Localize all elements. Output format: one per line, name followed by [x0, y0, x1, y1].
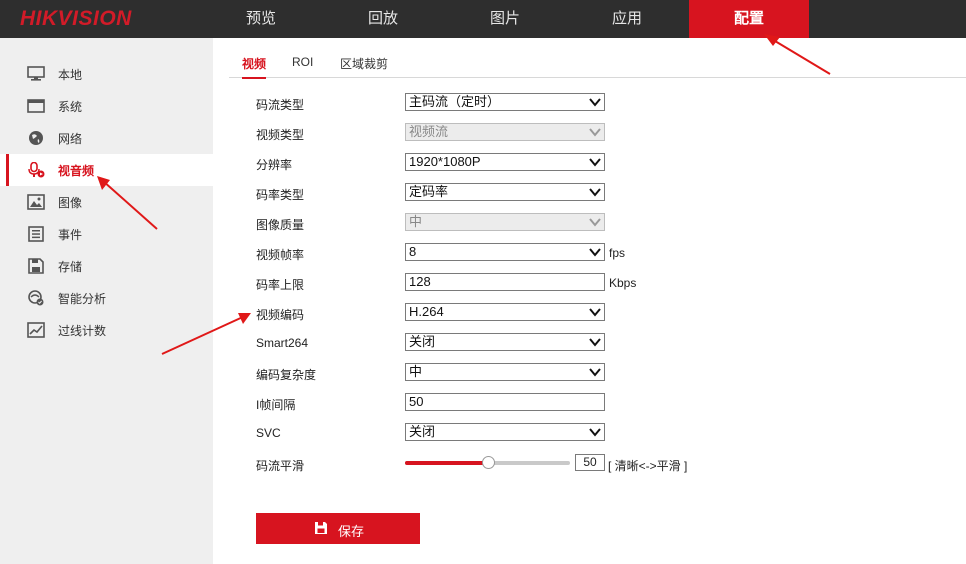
max-bitrate-input[interactable]: 128	[405, 273, 605, 291]
max-bitrate-unit: Kbps	[609, 276, 637, 290]
tab-video[interactable]: 视频	[242, 55, 267, 79]
sidebar-item-label: 事件	[58, 228, 83, 242]
sidebar-item-label: 网络	[58, 132, 83, 146]
sidebar-item-smart-analysis[interactable]: 智能分析	[0, 282, 213, 314]
chevron-down-icon	[589, 128, 601, 137]
frame-rate-select[interactable]: 8	[405, 243, 605, 261]
event-list-icon	[28, 226, 44, 242]
save-button[interactable]: 保存	[256, 513, 420, 544]
smart-analysis-icon	[28, 290, 44, 306]
sidebar-item-local[interactable]: 本地	[0, 58, 213, 90]
video-type-select: 视频流	[405, 123, 605, 141]
max-bitrate-label: 码率上限	[256, 278, 305, 292]
sidebar: 本地 系统 网络 视音频 图像 事件 存储 智能分析 过线计数	[0, 38, 213, 564]
svc-value: 关闭	[409, 424, 436, 439]
chevron-down-icon	[589, 218, 601, 227]
nav-playback[interactable]: 回放	[323, 0, 443, 38]
stream-smoothing-value[interactable]: 50	[575, 454, 605, 471]
i-frame-interval-input[interactable]: 50	[405, 393, 605, 411]
smart264-label: Smart264	[256, 336, 309, 350]
sidebar-item-event[interactable]: 事件	[0, 218, 213, 250]
sidebar-item-label: 系统	[58, 100, 83, 114]
stream-smoothing-label: 码流平滑	[256, 459, 305, 473]
bitrate-type-value: 定码率	[409, 184, 449, 199]
chevron-down-icon	[589, 338, 601, 347]
save-button-label: 保存	[338, 524, 365, 539]
video-type-value: 视频流	[409, 124, 449, 139]
sidebar-item-audio-video[interactable]: 视音频	[0, 154, 213, 186]
monitor-icon	[27, 66, 45, 81]
nav-picture[interactable]: 图片	[445, 0, 565, 38]
encoding-complexity-select[interactable]: 中	[405, 363, 605, 381]
resolution-select[interactable]: 1920*1080P	[405, 153, 605, 171]
smart264-value: 关闭	[409, 334, 436, 349]
bitrate-type-label: 码率类型	[256, 188, 305, 202]
resolution-label: 分辨率	[256, 158, 293, 172]
resolution-value: 1920*1080P	[409, 154, 481, 169]
sidebar-item-storage[interactable]: 存储	[0, 250, 213, 282]
tab-region-crop[interactable]: 区域裁剪	[340, 55, 388, 77]
line-counting-icon	[27, 322, 45, 338]
video-encoding-value: H.264	[409, 304, 444, 319]
nav-preview[interactable]: 预览	[201, 0, 321, 38]
slider-thumb[interactable]	[481, 456, 495, 469]
sidebar-item-label: 过线计数	[58, 324, 107, 338]
save-icon	[315, 522, 327, 534]
image-quality-label: 图像质量	[256, 218, 305, 232]
sidebar-item-label: 存储	[58, 260, 83, 274]
chevron-down-icon	[589, 98, 601, 107]
sidebar-item-label: 图像	[58, 196, 83, 210]
frame-rate-unit: fps	[609, 246, 626, 260]
nav-application[interactable]: 应用	[567, 0, 687, 38]
slider-fill	[405, 461, 488, 465]
top-bar: HIKVISION 预览 回放 图片 应用 配置	[0, 0, 966, 38]
tab-roi[interactable]: ROI	[292, 55, 313, 77]
storage-icon	[28, 258, 44, 274]
chevron-down-icon	[589, 368, 601, 377]
sidebar-item-image[interactable]: 图像	[0, 186, 213, 218]
image-quality-select: 中	[405, 213, 605, 231]
smart264-select[interactable]: 关闭	[405, 333, 605, 351]
stream-type-select[interactable]: 主码流（定时）	[405, 93, 605, 111]
sidebar-item-network[interactable]: 网络	[0, 122, 213, 154]
nav-configuration[interactable]: 配置	[689, 0, 809, 38]
svc-select[interactable]: 关闭	[405, 423, 605, 441]
video-type-label: 视频类型	[256, 128, 305, 142]
stream-smoothing-hint: [ 清晰<->平滑 ]	[608, 459, 688, 473]
arrowhead	[238, 313, 251, 324]
encoding-complexity-value: 中	[409, 364, 423, 379]
encoding-complexity-label: 编码复杂度	[256, 368, 317, 382]
chevron-down-icon	[589, 428, 601, 437]
stream-type-value: 主码流（定时）	[409, 94, 501, 109]
chevron-down-icon	[589, 158, 601, 167]
sidebar-item-system[interactable]: 系统	[0, 90, 213, 122]
chevron-down-icon	[589, 248, 601, 257]
globe-icon	[29, 131, 43, 145]
sidebar-item-label: 智能分析	[58, 292, 107, 306]
image-icon	[27, 194, 45, 210]
svc-label: SVC	[256, 426, 281, 440]
stream-type-label: 码流类型	[256, 98, 305, 112]
sidebar-item-label: 本地	[58, 68, 83, 82]
sidebar-item-label: 视音频	[58, 164, 95, 178]
frame-rate-label: 视频帧率	[256, 248, 305, 262]
sub-tabs: 视频 ROI 区域裁剪	[229, 52, 966, 79]
i-frame-interval-label: I帧间隔	[256, 398, 296, 412]
video-encoding-select[interactable]: H.264	[405, 303, 605, 321]
system-icon	[27, 99, 45, 113]
microphone-icon	[28, 162, 45, 178]
sidebar-item-line-counting[interactable]: 过线计数	[0, 314, 213, 346]
bitrate-type-select[interactable]: 定码率	[405, 183, 605, 201]
chevron-down-icon	[589, 308, 601, 317]
video-encoding-label: 视频编码	[256, 308, 305, 322]
brand-logo: HIKVISION	[20, 7, 132, 30]
image-quality-value: 中	[409, 214, 423, 229]
frame-rate-value: 8	[409, 244, 417, 259]
chevron-down-icon	[589, 188, 601, 197]
